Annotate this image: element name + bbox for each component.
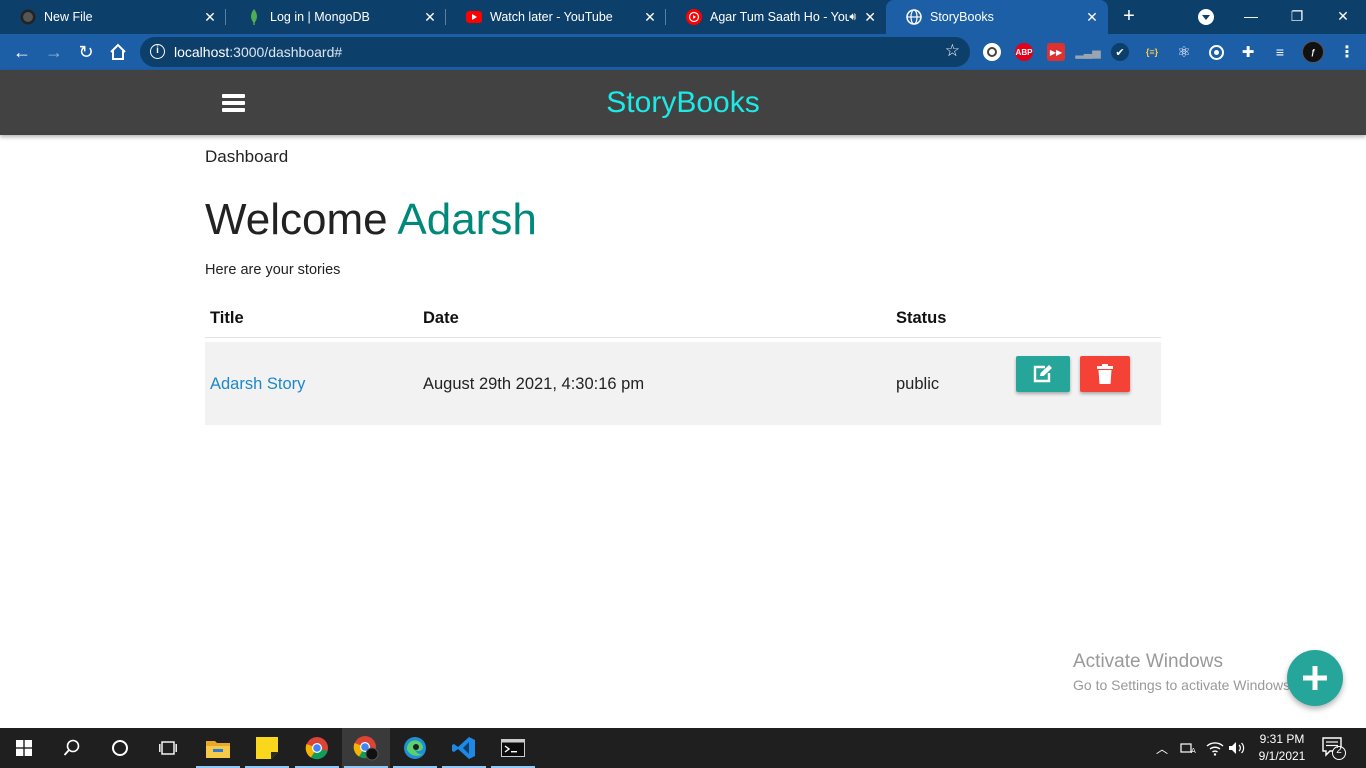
keyboard-language-icon[interactable]: A (1180, 728, 1198, 768)
forward-arrow-icon[interactable]: → (42, 40, 66, 64)
back-arrow-icon[interactable]: ← (10, 40, 34, 64)
bookmark-star-icon[interactable]: ☆ (945, 41, 960, 61)
tab-mongodb[interactable]: Log in | MongoDB ✕ (226, 0, 446, 34)
chart-icon[interactable]: ▂▃▅ (1075, 43, 1100, 61)
youtube-icon (466, 9, 482, 25)
close-icon[interactable]: ✕ (200, 9, 220, 26)
breadcrumb: Dashboard (205, 147, 289, 166)
chrome-canary-icon[interactable] (342, 728, 390, 768)
window-close-icon[interactable]: ✕ (1320, 0, 1366, 32)
tab-youtube-watch-later[interactable]: Watch later - YouTube ✕ (446, 0, 666, 34)
tab-search-icon[interactable] (1198, 9, 1214, 25)
tab-title: Agar Tum Saath Ho - You (710, 10, 850, 24)
story-date: August 29th 2021, 4:30:16 pm (423, 375, 645, 393)
target-icon[interactable] (1207, 43, 1225, 61)
restore-icon[interactable]: ❐ (1274, 0, 1320, 32)
url-text: localhost:3000/dashboard# (174, 44, 343, 60)
notification-count: 2 (1336, 745, 1342, 756)
site-info-icon[interactable]: i (150, 44, 165, 59)
system-clock[interactable]: 9:31 PM 9/1/2021 (1250, 731, 1314, 765)
add-story-button[interactable] (1287, 650, 1343, 706)
trash-icon (1097, 364, 1113, 384)
column-header-title: Title (210, 309, 244, 327)
react-icon[interactable]: ⚛ (1175, 43, 1193, 61)
subtitle: Here are your stories (205, 262, 341, 278)
start-icon[interactable] (0, 728, 48, 768)
search-icon[interactable] (48, 728, 96, 768)
address-bar[interactable]: i localhost:3000/dashboard# ☆ (140, 37, 970, 67)
adblock-plus-icon[interactable]: ABP (1015, 43, 1033, 61)
json-icon[interactable]: {≡} (1143, 43, 1161, 61)
notification-center-icon[interactable]: 2 (1322, 736, 1346, 765)
volume-icon[interactable] (1228, 728, 1246, 768)
table-header: Title Date Status (205, 300, 1161, 338)
welcome-prefix: Welcome (205, 195, 388, 244)
close-icon[interactable]: ✕ (860, 9, 880, 26)
terminal-icon[interactable] (489, 728, 537, 768)
menu-dots-icon[interactable]: ⋮ (1338, 43, 1356, 61)
windows-taskbar: ︿ A 9:31 PM 9/1/2021 2 (0, 728, 1366, 768)
edit-icon (1033, 365, 1052, 383)
stories-table: Title Date Status Adarsh Story August 29… (205, 300, 1161, 425)
block-icon[interactable] (983, 43, 1001, 61)
app-navbar: StoryBooks (0, 70, 1366, 135)
user-name: Adarsh (397, 195, 537, 244)
new-tab-button[interactable]: + (1118, 6, 1140, 28)
reading-list-icon[interactable]: ≡ (1271, 43, 1289, 61)
plus-icon (1303, 666, 1327, 690)
tab-new-file[interactable]: New File ✕ (0, 0, 226, 34)
globe-icon (906, 9, 922, 25)
check-icon[interactable]: ✔ (1111, 43, 1129, 61)
tab-title: New File (44, 10, 93, 24)
brand-logo[interactable]: StoryBooks (0, 86, 1366, 120)
puzzle-icon[interactable]: ✚ (1239, 43, 1257, 61)
close-icon[interactable]: ✕ (640, 9, 660, 26)
forward-icon[interactable]: ▶▶ (1047, 43, 1065, 61)
tab-storybooks[interactable]: StoryBooks ✕ (886, 0, 1108, 34)
table-row: Adarsh Story August 29th 2021, 4:30:16 p… (205, 342, 1161, 425)
tab-title: Watch later - YouTube (490, 10, 613, 24)
profile-avatar-icon[interactable]: ƒ (1302, 41, 1324, 63)
mongodb-leaf-icon (246, 9, 262, 25)
sticky-notes-icon[interactable] (243, 728, 291, 768)
home-icon[interactable] (106, 40, 130, 64)
column-header-date: Date (423, 309, 459, 327)
browser-toolbar: ← → ↻ i localhost:3000/dashboard# ☆ ABP … (0, 34, 1366, 70)
windows-activation-watermark: Activate Windows Go to Settings to activ… (1073, 651, 1294, 693)
reload-icon[interactable]: ↻ (74, 40, 98, 64)
close-icon[interactable]: ✕ (1082, 9, 1102, 26)
story-status: public (896, 375, 940, 393)
tab-title: Log in | MongoDB (270, 10, 370, 24)
svg-text:A: A (1191, 747, 1196, 755)
edit-story-button[interactable] (1016, 356, 1070, 392)
chrome-icon[interactable] (293, 728, 341, 768)
speaker-icon[interactable]: 🔊︎ (849, 11, 856, 24)
cortana-icon[interactable] (96, 728, 144, 768)
edge-icon[interactable] (391, 728, 439, 768)
close-icon[interactable]: ✕ (420, 9, 440, 26)
show-hidden-icons[interactable]: ︿ (1156, 728, 1168, 768)
vscode-icon[interactable] (440, 728, 488, 768)
column-header-status: Status (896, 309, 947, 327)
minimize-icon[interactable]: — (1228, 0, 1274, 32)
github-icon (20, 9, 36, 25)
delete-story-button[interactable] (1080, 356, 1130, 392)
wifi-icon[interactable] (1206, 728, 1224, 768)
file-explorer-icon[interactable] (194, 728, 242, 768)
tab-youtube-music[interactable]: Agar Tum Saath Ho - You 🔊︎ ✕ (666, 0, 886, 34)
tab-title: StoryBooks (930, 10, 994, 24)
page-title: Welcome Adarsh (205, 195, 537, 245)
story-title-link[interactable]: Adarsh Story (210, 375, 305, 394)
browser-tab-strip: New File ✕ Log in | MongoDB ✕ Watch late… (0, 0, 1366, 34)
youtube-music-icon (686, 9, 702, 25)
task-view-icon[interactable] (144, 728, 192, 768)
